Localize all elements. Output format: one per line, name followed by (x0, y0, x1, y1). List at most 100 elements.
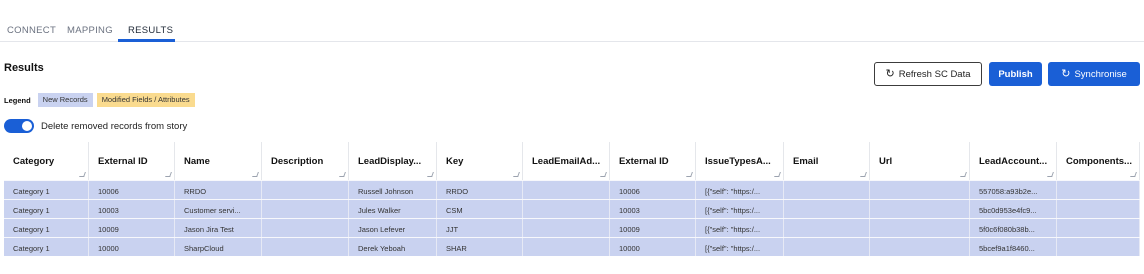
table-cell: 557058:a93b2e... (970, 181, 1057, 199)
legend-new-records: New Records (37, 93, 93, 107)
legend-modified-fields: Modified Fields / Attributes (96, 93, 195, 107)
results-table: Category External ID Name Description LeadDi… (4, 142, 1140, 256)
column-resize-handle[interactable] (860, 172, 867, 177)
column-resize-handle[interactable] (600, 172, 607, 177)
column-header[interactable]: IssueTypesA... (696, 142, 784, 180)
toggle-knob (22, 121, 32, 131)
table-cell: 10003 (89, 200, 175, 218)
table-cell (870, 181, 970, 199)
tab-connect[interactable]: CONNECT (7, 25, 56, 36)
table-cell (1057, 238, 1140, 256)
column-header[interactable]: LeadEmailAd... (523, 142, 610, 180)
delete-removed-records-setting: Delete removed records from story (4, 119, 187, 133)
table-cell: Category 1 (4, 219, 89, 237)
table-cell: 10000 (610, 238, 696, 256)
table-cell: 5bcef9a1f8460... (970, 238, 1057, 256)
table-cell (523, 181, 610, 199)
table-cell: JJT (437, 219, 523, 237)
tab-mapping[interactable]: MAPPING (67, 25, 113, 36)
table-row[interactable]: Category 1 10003 Customer servi... Jules Wa… (4, 199, 1140, 218)
table-cell (1057, 219, 1140, 237)
column-header[interactable]: Description (262, 142, 349, 180)
table-cell (262, 181, 349, 199)
sync-icon: ↻ (1061, 67, 1071, 80)
table-cell: Jason Jira Test (175, 219, 262, 237)
table-cell: 5f0c6f080b38b... (970, 219, 1057, 237)
refresh-sc-data-button[interactable]: ↻ Refresh SC Data (874, 62, 982, 86)
table-cell: Jules Walker (349, 200, 437, 218)
table-cell: SharpCloud (175, 238, 262, 256)
table-cell: Jason Lefever (349, 219, 437, 237)
table-cell: Derek Yeboah (349, 238, 437, 256)
table-cell (870, 238, 970, 256)
table-cell (870, 219, 970, 237)
table-cell: [{"self": "https:/... (696, 200, 784, 218)
table-cell: 10009 (89, 219, 175, 237)
column-resize-handle[interactable] (774, 172, 781, 177)
tab-results[interactable]: RESULTS (128, 25, 173, 36)
column-resize-handle[interactable] (339, 172, 346, 177)
legend-label: Legend (4, 95, 31, 105)
column-resize-handle[interactable] (1130, 172, 1137, 177)
table-cell: Category 1 (4, 238, 89, 256)
delete-removed-records-toggle[interactable] (4, 119, 34, 133)
table-header-row: Category External ID Name Description LeadDi… (4, 142, 1140, 180)
table-cell: Category 1 (4, 181, 89, 199)
table-cell: [{"self": "https:/... (696, 181, 784, 199)
column-resize-handle[interactable] (960, 172, 967, 177)
column-header[interactable]: Email (784, 142, 870, 180)
table-cell: 5bc0d953e4fc9... (970, 200, 1057, 218)
column-resize-handle[interactable] (252, 172, 259, 177)
column-resize-handle[interactable] (79, 172, 86, 177)
table-cell: Russell Johnson (349, 181, 437, 199)
table-row[interactable]: Category 1 10000 SharpCloud Derek Yeboah SHA… (4, 237, 1140, 256)
column-header[interactable]: Category (4, 142, 89, 180)
column-resize-handle[interactable] (427, 172, 434, 177)
table-row[interactable]: Category 1 10006 RRDO Russell Johnson RRDO 10… (4, 180, 1140, 199)
table-row[interactable]: Category 1 10009 Jason Jira Test Jason Lefe… (4, 218, 1140, 237)
column-resize-handle[interactable] (165, 172, 172, 177)
column-header[interactable]: External ID (610, 142, 696, 180)
table-cell (784, 238, 870, 256)
table-cell (870, 200, 970, 218)
table-cell: Category 1 (4, 200, 89, 218)
page-title: Results (4, 62, 44, 74)
synchronise-button[interactable]: ↻ Synchronise (1048, 62, 1140, 86)
table-cell: 10006 (610, 181, 696, 199)
refresh-icon: ↻ (885, 67, 895, 80)
table-cell: [{"self": "https:/... (696, 219, 784, 237)
column-header[interactable]: Name (175, 142, 262, 180)
column-header[interactable]: Key (437, 142, 523, 180)
column-header[interactable]: LeadDisplay... (349, 142, 437, 180)
delete-removed-records-label: Delete removed records from story (41, 120, 188, 132)
table-body: Category 1 10006 RRDO Russell Johnson RRDO 10… (4, 180, 1140, 256)
active-tab-indicator (118, 39, 175, 42)
column-header[interactable]: External ID (89, 142, 175, 180)
table-cell: Customer servi... (175, 200, 262, 218)
legend: Legend New Records Modified Fields / Att… (4, 93, 199, 107)
publish-button[interactable]: Publish (989, 62, 1042, 86)
column-header[interactable]: LeadAccount... (970, 142, 1057, 180)
table-cell: RRDO (175, 181, 262, 199)
table-cell: [{"self": "https:/... (696, 238, 784, 256)
table-cell (784, 219, 870, 237)
column-resize-handle[interactable] (1047, 172, 1054, 177)
column-header[interactable]: Url (870, 142, 970, 180)
synchronise-button-label: Synchronise (1074, 68, 1127, 80)
column-header[interactable]: Components... (1057, 142, 1140, 180)
tab-bar: CONNECT MAPPING RESULTS (0, 0, 1144, 42)
table-cell (262, 200, 349, 218)
refresh-button-label: Refresh SC Data (898, 68, 971, 80)
table-cell (784, 181, 870, 199)
table-cell: 10000 (89, 238, 175, 256)
column-resize-handle[interactable] (513, 172, 520, 177)
publish-button-label: Publish (998, 68, 1033, 80)
table-cell (262, 238, 349, 256)
table-cell: 10003 (610, 200, 696, 218)
table-cell: RRDO (437, 181, 523, 199)
table-cell (1057, 200, 1140, 218)
column-resize-handle[interactable] (686, 172, 693, 177)
table-cell (784, 200, 870, 218)
table-cell (523, 200, 610, 218)
table-cell (262, 219, 349, 237)
